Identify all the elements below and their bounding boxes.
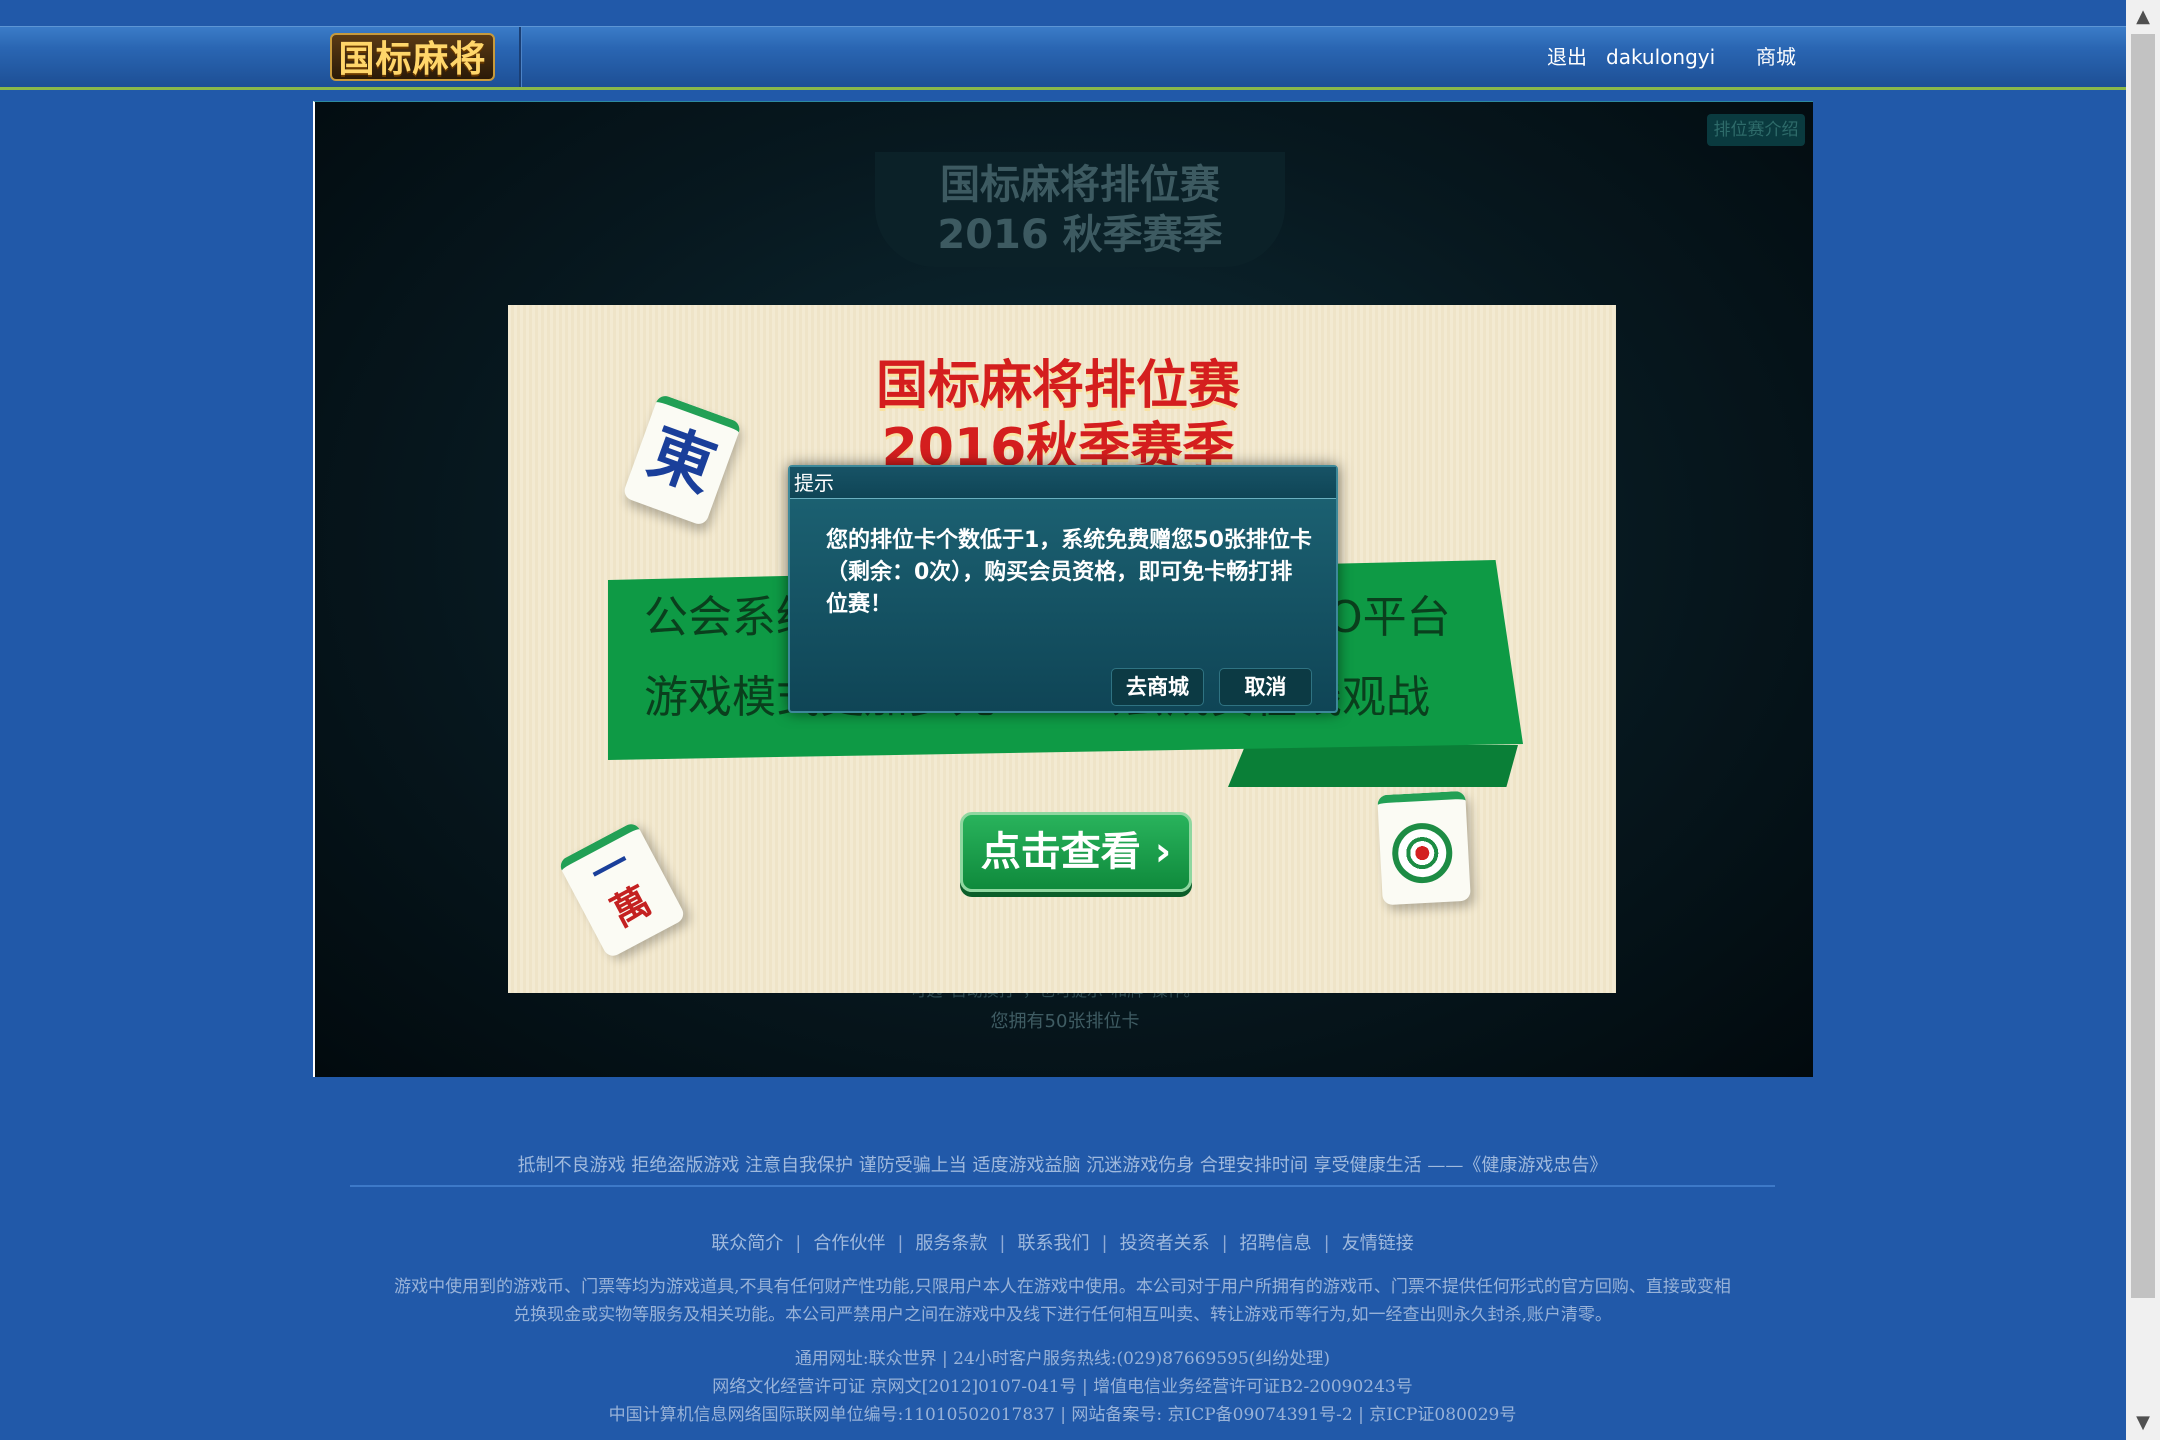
disclaimer-line1: 游戏中使用到的游戏币、门票等均为游戏道具,不具有任何财产性功能,只限用户本人在游… [394,1277,1731,1297]
health-slogan: 抵制不良游戏 拒绝盗版游戏 注意自我保护 谨防受骗上当 适度游戏益脑 沉迷游戏伤… [517,1155,1608,1176]
footer-link-partners[interactable]: 合作伙伴 [813,1233,885,1254]
link-separator: | [1323,1233,1330,1254]
footer-link-contact[interactable]: 联系我们 [1018,1233,1090,1254]
icp-line: 中国计算机信息网络国际联网单位编号:11010502017837 | 网站备案号… [608,1405,1517,1425]
top-navigation-bar: 国标麻将 退出 dakulongyi 商城 [0,26,2126,90]
season-title-line1: 国标麻将排位赛 [940,162,1220,208]
link-separator: | [1101,1233,1108,1254]
banner-title-line1: 国标麻将排位赛 [875,356,1240,416]
logo-divider [519,27,521,87]
logout-link[interactable]: 退出 [1547,44,1587,70]
footer-link-jobs[interactable]: 招聘信息 [1240,1233,1312,1254]
ribbon-text-platform: O平台 [1328,592,1451,643]
link-separator: | [1221,1233,1228,1254]
link-separator: | [897,1233,904,1254]
view-details-button[interactable]: 点击查看 › [960,812,1192,892]
footer-link-investors[interactable]: 投资者关系 [1120,1233,1210,1254]
footer-links: 联众简介 | 合作伙伴 | 服务条款 | 联系我们 | 投资者关系 | 招聘信息 | 友情链接 [350,1230,1775,1258]
go-shop-button[interactable]: 去商城 [1111,668,1204,706]
mahjong-tile-one-wan-icon: 一 萬 [557,820,687,960]
license-line: 网络文化经营许可证 京网文[2012]0107-041号 | 增值电信业务经营许… [712,1377,1413,1397]
banner-title: 国标麻将排位赛 2016秋季赛季 [838,355,1278,479]
ranking-intro-button[interactable]: 排位赛介绍 [1707,114,1805,146]
cancel-button[interactable]: 取消 [1219,668,1312,706]
dialog-message: 您的排位卡个数低于1，系统免费赠您50张排位卡（剩余：0次），购买会员资格，即可… [826,528,1312,617]
contact-line: 通用网址:联众世界 | 24小时客户服务热线:(029)87669595(纠纷处… [794,1349,1331,1369]
ribbon-tail [1228,745,1518,787]
link-separator: | [999,1233,1006,1254]
dialog-title: 提示 [790,467,1336,499]
dot-circle-icon [1390,821,1454,885]
footer-link-about[interactable]: 联众简介 [711,1233,783,1254]
season-title: 国标麻将排位赛 2016 秋季赛季 [875,152,1285,267]
scroll-up-arrow-icon[interactable]: ▲ [2126,0,2160,34]
username-link[interactable]: dakulongyi [1606,44,1715,70]
scrollbar-thumb[interactable] [2131,34,2155,1298]
scroll-down-arrow-icon[interactable]: ▼ [2126,1406,2160,1440]
disclaimer-line2: 兑换现金或实物等服务及相关功能。本公司严禁用户之间在游戏中及线下进行任何相互叫卖… [513,1305,1612,1325]
footer-divider [350,1185,1775,1187]
footer-link-terms[interactable]: 服务条款 [915,1233,987,1254]
mahjong-tile-one-dot-icon [1377,790,1471,906]
mahjong-tile-east-icon: 東 [621,393,743,527]
link-separator: | [795,1233,802,1254]
footer-link-friends[interactable]: 友情链接 [1342,1233,1414,1254]
shop-link[interactable]: 商城 [1756,44,1796,70]
season-title-line2: 2016 秋季赛季 [937,212,1223,258]
notice-dialog: 提示 您的排位卡个数低于1，系统免费赠您50张排位卡（剩余：0次），购买会员资格… [788,465,1338,713]
tile-east-glyph: 東 [638,414,725,507]
cards-owned-text: 您拥有50张排位卡 [990,1011,1140,1032]
vertical-scrollbar[interactable]: ▲ ▼ [2126,0,2160,1440]
site-logo[interactable]: 国标麻将 [330,33,495,81]
